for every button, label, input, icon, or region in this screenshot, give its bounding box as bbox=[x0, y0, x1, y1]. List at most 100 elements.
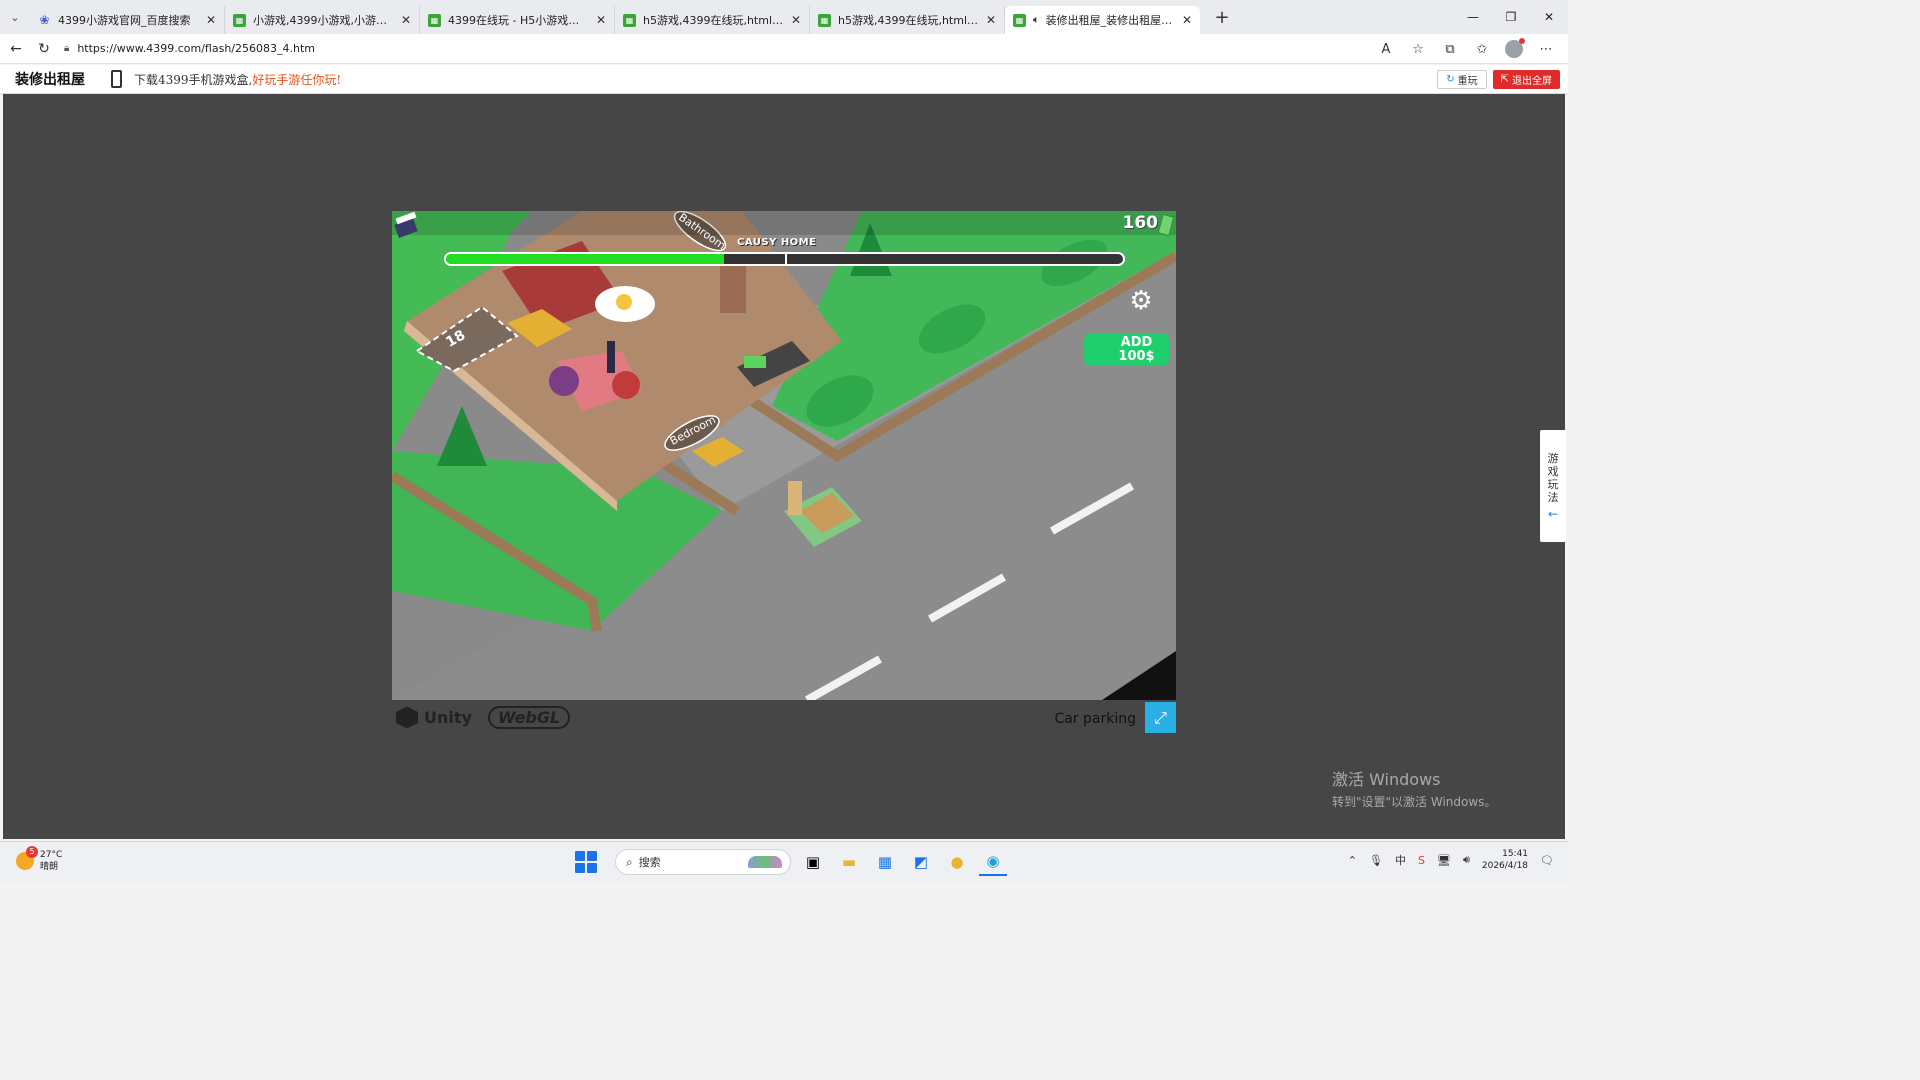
extensions-icon[interactable]: ⧉ bbox=[1434, 42, 1466, 57]
engine-label: Unity bbox=[424, 708, 472, 727]
photos-icon[interactable]: ◩ bbox=[907, 848, 935, 876]
phone-icon bbox=[111, 70, 122, 88]
antivirus-icon[interactable]: S bbox=[1418, 854, 1425, 867]
exit-fullscreen-button[interactable]: ⇱ 退出全屏 bbox=[1492, 70, 1560, 89]
promo-text: 下载4399手机游戏盒, bbox=[134, 72, 253, 87]
close-tab-icon[interactable]: ✕ bbox=[401, 13, 411, 27]
close-tab-icon[interactable]: ✕ bbox=[791, 13, 801, 27]
refresh-icon[interactable]: ↻ bbox=[30, 35, 58, 63]
network-icon[interactable]: 🖥︎ bbox=[1437, 854, 1451, 867]
tab-title: 4399小游戏官网_百度搜索 bbox=[58, 14, 191, 27]
tenant-character bbox=[607, 341, 615, 373]
url-field[interactable]: 🔒︎ https://www.4399.com/flash/256083_4.h… bbox=[64, 42, 315, 55]
speaker-icon[interactable]: 🔈︎ bbox=[1033, 13, 1040, 27]
exit-fullscreen-label: 退出全屏 bbox=[1512, 76, 1552, 87]
game-footer: Unity WebGL Car parking ⤢ bbox=[392, 702, 1176, 736]
close-window-icon[interactable]: ✕ bbox=[1530, 0, 1568, 34]
side-tab-char: 戏 bbox=[1547, 465, 1559, 478]
game-scene bbox=[392, 211, 1176, 700]
side-tab-char: 法 bbox=[1547, 491, 1559, 504]
watermark-subtitle: 转到"设置"以激活 Windows。 bbox=[1332, 795, 1497, 809]
close-tab-icon[interactable]: ✕ bbox=[596, 13, 606, 27]
armchair bbox=[612, 371, 640, 399]
browser-tab[interactable]: ▦ h5游戏,4399在线玩,html5小游戏大 ✕ bbox=[615, 6, 810, 34]
progress-fill bbox=[446, 254, 724, 264]
volume-icon[interactable]: 🔊︎ bbox=[1463, 853, 1470, 867]
close-tab-icon[interactable]: ✕ bbox=[986, 13, 996, 27]
home-name-label: CAUSY HOME bbox=[737, 237, 817, 248]
tree bbox=[437, 406, 487, 466]
progress-marker bbox=[784, 254, 787, 264]
more-menu-icon[interactable]: ⋯ bbox=[1530, 42, 1562, 57]
restore-icon[interactable]: ❐ bbox=[1492, 0, 1530, 34]
new-tab-button[interactable]: + bbox=[1208, 3, 1236, 31]
close-tab-icon[interactable]: ✕ bbox=[1182, 13, 1192, 27]
search-highlight-icon bbox=[748, 856, 782, 868]
4399-icon: ▦ bbox=[233, 13, 246, 27]
fullscreen-button[interactable]: ⤢ bbox=[1145, 702, 1176, 733]
settings-gear-icon[interactable]: ⚙ bbox=[1128, 288, 1154, 314]
4399-icon: ▦ bbox=[818, 13, 831, 27]
watermark-title: 激活 Windows bbox=[1332, 770, 1441, 789]
weather-desc: 晴朗 bbox=[40, 862, 59, 872]
minimize-icon[interactable]: — bbox=[1454, 0, 1492, 34]
close-tab-icon[interactable]: ✕ bbox=[206, 13, 216, 27]
notification-badge: 5 bbox=[26, 846, 38, 858]
browser-tab[interactable]: ▦ 🔈︎ 装修出租屋_装修出租屋html5 ✕ bbox=[1005, 6, 1200, 34]
window-controls: — ❐ ✕ bbox=[1454, 0, 1568, 34]
taskbar: 5 27°C 晴朗 ⌕ 搜索 ▣ ▬ ▦ ◩ ● ◉ ⌃ 🎙︎ 中 S 🖥︎ 🔊… bbox=[0, 841, 1568, 882]
favorites-icon[interactable]: ✩ bbox=[1466, 42, 1498, 57]
beanbag bbox=[549, 366, 579, 396]
task-view-icon[interactable]: ▣ bbox=[799, 848, 827, 876]
input-method-icon[interactable]: 中 bbox=[1395, 852, 1406, 868]
add-button-line2: 100$ bbox=[1118, 349, 1155, 364]
taskbar-search[interactable]: ⌕ 搜索 bbox=[615, 849, 791, 875]
read-aloud-icon[interactable]: A bbox=[1370, 42, 1402, 57]
gameplay-guide-tab[interactable]: 游 戏 玩 法 ← bbox=[1540, 430, 1566, 542]
home-progress-bar bbox=[444, 252, 1125, 266]
worker bbox=[788, 481, 802, 515]
replay-icon: ↻ bbox=[1446, 74, 1455, 85]
hud-top-shade bbox=[392, 211, 1176, 235]
unity-cube-icon bbox=[396, 706, 418, 729]
weather-widget[interactable]: 5 27°C 晴朗 bbox=[16, 846, 62, 873]
address-bar: ← ↻ 🔒︎ https://www.4399.com/flash/256083… bbox=[0, 34, 1568, 64]
app-download-promo[interactable]: 下载4399手机游戏盒,好玩手游任你玩! bbox=[134, 71, 341, 88]
4399-icon: ▦ bbox=[1013, 13, 1026, 27]
favorite-star-icon[interactable]: ☆ bbox=[1402, 42, 1434, 57]
page-title: 装修出租屋 bbox=[15, 72, 85, 88]
add-100-button[interactable]: ADD 100$ bbox=[1084, 333, 1169, 366]
browser-tab[interactable]: ❀ 4399小游戏官网_百度搜索 ✕ bbox=[30, 6, 225, 34]
browser-tab[interactable]: ▦ h5游戏,4399在线玩,html5小游戏大 ✕ bbox=[810, 6, 1005, 34]
microphone-icon[interactable]: 🎙︎ bbox=[1369, 854, 1383, 867]
side-tab-char: 游 bbox=[1547, 452, 1559, 465]
windows-activation-watermark: 激活 Windows 转到"设置"以激活 Windows。 bbox=[1332, 766, 1496, 810]
store-icon[interactable]: ▦ bbox=[871, 848, 899, 876]
chevron-up-icon[interactable]: ⌃ bbox=[1348, 854, 1357, 867]
profile-avatar[interactable] bbox=[1505, 38, 1525, 58]
cash-stack bbox=[744, 356, 766, 368]
game-title: Car parking bbox=[1054, 711, 1136, 727]
browser-tab-strip: ⌄ ❀4399小游戏官网_百度搜索✕▦小游戏,4399小游戏,小游戏大全,双✕▦… bbox=[0, 0, 1568, 34]
browser-tab[interactable]: ▦ 小游戏,4399小游戏,小游戏大全,双 ✕ bbox=[225, 6, 420, 34]
video-ad-clapper-icon bbox=[394, 211, 418, 238]
notification-icon[interactable]: 🗨︎ bbox=[1540, 854, 1554, 867]
start-button[interactable] bbox=[575, 851, 597, 873]
tab-title: 装修出租屋_装修出租屋html5 bbox=[1045, 14, 1176, 27]
arrow-left-icon: ← bbox=[1547, 507, 1559, 521]
replay-button[interactable]: ↻ 重玩 bbox=[1437, 70, 1487, 89]
happy-emoji-icon bbox=[616, 294, 632, 310]
webgl-logo: WebGL bbox=[487, 706, 571, 729]
search-icon: ⌕ bbox=[626, 854, 633, 869]
clock[interactable]: 15:41 2026/4/18 bbox=[1482, 848, 1528, 872]
time: 15:41 bbox=[1502, 849, 1529, 859]
4399-icon: ▦ bbox=[623, 13, 636, 27]
url-text: https://www.4399.com/flash/256083_4.htm bbox=[77, 42, 315, 55]
edge-browser-icon[interactable]: ◉ bbox=[979, 848, 1007, 876]
game-canvas[interactable]: Bedroom Bathroom 18 160 CAUSY HOME ⚙ ADD… bbox=[392, 211, 1176, 700]
browser-tab[interactable]: ▦ 4399在线玩 - H5小游戏免费畅玩 ✕ bbox=[420, 6, 615, 34]
back-icon[interactable]: ← bbox=[2, 35, 30, 63]
game-app-icon[interactable]: ● bbox=[943, 848, 971, 876]
tab-list-button[interactable]: ⌄ bbox=[0, 0, 30, 34]
file-explorer-icon[interactable]: ▬ bbox=[835, 848, 863, 876]
